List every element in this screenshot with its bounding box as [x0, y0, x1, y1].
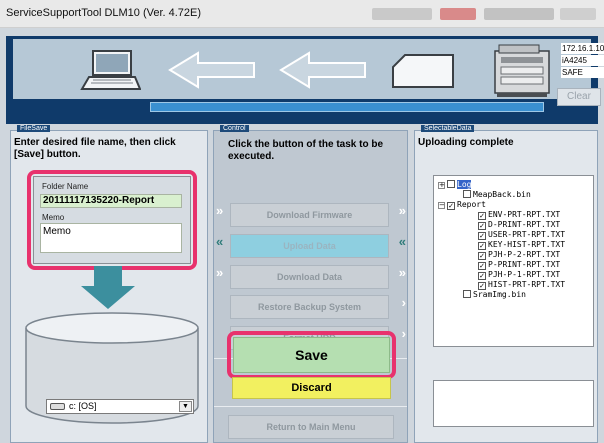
chevron-right-icon: »: [216, 265, 224, 280]
chevron-right-icon: »: [398, 203, 406, 218]
checkbox[interactable]: [447, 180, 455, 188]
transfer-arrow-icon: [168, 51, 255, 89]
tree-item-file[interactable]: ✓ ENV-PRT-RPT.TXT: [478, 210, 560, 220]
device-model: iA4245: [561, 55, 604, 66]
tree-item-report[interactable]: − ✓ Report: [438, 200, 486, 210]
tree-label-file: ENV-PRT-RPT.TXT: [488, 210, 561, 219]
blurred-toolbar-area: [372, 8, 432, 20]
tree-label-meap: MeapBack.bin: [473, 190, 531, 199]
transfer-arrow-icon: [279, 51, 366, 89]
file-save-title: FileSave: [17, 125, 51, 132]
device-info: 172.16.1.100 iA4245 SAFE: [561, 43, 604, 79]
checkbox[interactable]: ✓: [478, 272, 486, 280]
tree-item-file[interactable]: ✓ USER-PRT-RPT.TXT: [478, 230, 565, 240]
selectable-data-title: SelectableData: [421, 125, 475, 132]
tree-label-file: KEY-HIST-RPT.TXT: [488, 240, 566, 249]
upload-data-label: Upload Data: [283, 241, 336, 251]
data-tree: + Log MeapBack.bin − ✓ Report ✓ ENV-PRT-RPT.…: [433, 175, 594, 347]
divider: [214, 406, 407, 407]
blurred-toolbar-area: [560, 8, 596, 20]
tree-label-log: Log: [457, 180, 472, 189]
storage-icon: [392, 54, 454, 88]
tree-label-report: Report: [457, 200, 486, 209]
window-title: ServiceSupportTool DLM10 (Ver. 4.72E): [6, 7, 202, 19]
control-instruction: Click the button of the task to be execu…: [228, 139, 384, 162]
chevron-left-icon: «: [216, 234, 224, 249]
checkbox[interactable]: ✓: [478, 262, 486, 270]
checkbox[interactable]: ✓: [478, 222, 486, 230]
expand-icon[interactable]: +: [438, 182, 445, 189]
tree-item-meap[interactable]: MeapBack.bin: [463, 190, 531, 200]
download-firmware-label: Download Firmware: [266, 210, 353, 220]
tree-label-file: PJH-P-1-RPT.TXT: [488, 270, 561, 279]
drive-value: c: [OS]: [69, 401, 97, 411]
drive-select[interactable]: c: [OS] ▼: [46, 399, 194, 414]
tree-item-file[interactable]: ✓ PJH-P-1-RPT.TXT: [478, 270, 560, 280]
device-mode: SAFE: [561, 67, 604, 78]
tree-item-file[interactable]: ✓ D-PRINT-RPT.TXT: [478, 220, 560, 230]
chevron-right-icon: ›: [401, 295, 406, 310]
chevron-right-icon: »: [398, 265, 406, 280]
clear-button[interactable]: Clear: [557, 88, 601, 106]
chevron-right-icon: ›: [401, 326, 406, 341]
chevron-right-icon: »: [216, 203, 224, 218]
checkbox[interactable]: ✓: [478, 212, 486, 220]
download-data-label: Download Data: [276, 272, 342, 282]
blurred-toolbar-area: [484, 8, 554, 20]
tree-item-file[interactable]: ✓ HIST-PRT-RPT.TXT: [478, 280, 565, 290]
return-main-button[interactable]: Return to Main Menu: [228, 415, 394, 439]
restore-backup-label: Restore Backup System: [257, 302, 362, 312]
checkbox[interactable]: [463, 190, 471, 198]
connection-status-area: 172.16.1.100 iA4245 SAFE: [13, 39, 604, 99]
down-arrow-icon: [81, 266, 135, 309]
selectable-data-panel: SelectableData Uploading complete + Log M…: [414, 125, 598, 443]
control-title: Control: [220, 125, 249, 132]
tree-label-file: HIST-PRT-RPT.TXT: [488, 280, 566, 289]
checkbox[interactable]: [463, 290, 471, 298]
tree-item-log[interactable]: + Log: [438, 180, 472, 190]
save-highlight-frame: [227, 331, 396, 379]
restore-backup-button[interactable]: Restore Backup System ›: [230, 295, 406, 319]
copier-icon: [494, 44, 550, 97]
tree-label-file: D-PRINT-RPT.TXT: [488, 220, 561, 229]
chevron-down-icon[interactable]: ▼: [179, 401, 192, 412]
control-panel: Control Click the button of the task to …: [213, 125, 408, 443]
upload-status: Uploading complete: [418, 137, 514, 148]
connection-banner: 172.16.1.100 iA4245 SAFE Clear: [6, 36, 604, 124]
tree-label-file: USER-PRT-RPT.TXT: [488, 230, 566, 239]
tree-item-file[interactable]: ✓ KEY-HIST-RPT.TXT: [478, 240, 565, 250]
app-window: 172.16.1.100 iA4245 SAFE Clear FileSave …: [0, 28, 604, 443]
discard-button[interactable]: Discard: [232, 377, 391, 399]
chevron-left-icon: «: [398, 234, 406, 249]
collapse-icon[interactable]: −: [438, 202, 445, 209]
tree-label-file: PJH-P-2-RPT.TXT: [488, 250, 561, 259]
checkbox[interactable]: ✓: [478, 282, 486, 290]
tree-item-sram[interactable]: SramImg.bin: [463, 290, 526, 300]
details-box: [433, 380, 594, 427]
file-save-panel: FileSave Enter desired file name, then c…: [10, 125, 208, 443]
transfer-progress-bar: [150, 102, 544, 112]
tree-item-file[interactable]: ✓ P-PRINT-RPT.TXT: [478, 260, 560, 270]
blurred-toolbar-area: [440, 8, 476, 20]
checkbox[interactable]: ✓: [478, 242, 486, 250]
download-firmware-button[interactable]: » Download Firmware »: [216, 203, 406, 227]
tree-item-file[interactable]: ✓ PJH-P-2-RPT.TXT: [478, 250, 560, 260]
laptop-icon: [80, 50, 141, 90]
checkbox[interactable]: ✓: [478, 232, 486, 240]
drive-icon: [50, 403, 65, 410]
download-data-button[interactable]: » Download Data »: [216, 265, 406, 289]
title-bar: ServiceSupportTool DLM10 (Ver. 4.72E): [0, 0, 604, 28]
tree-label-sram: SramImg.bin: [473, 290, 526, 299]
upload-data-button[interactable]: « Upload Data «: [216, 234, 406, 258]
tree-label-file: P-PRINT-RPT.TXT: [488, 260, 561, 269]
checkbox[interactable]: ✓: [478, 252, 486, 260]
file-save-instruction: Enter desired file name, then click [Sav…: [14, 137, 176, 160]
checkbox[interactable]: ✓: [447, 202, 455, 210]
device-ip: 172.16.1.100: [561, 43, 604, 54]
folder-highlight-frame: [27, 170, 197, 270]
